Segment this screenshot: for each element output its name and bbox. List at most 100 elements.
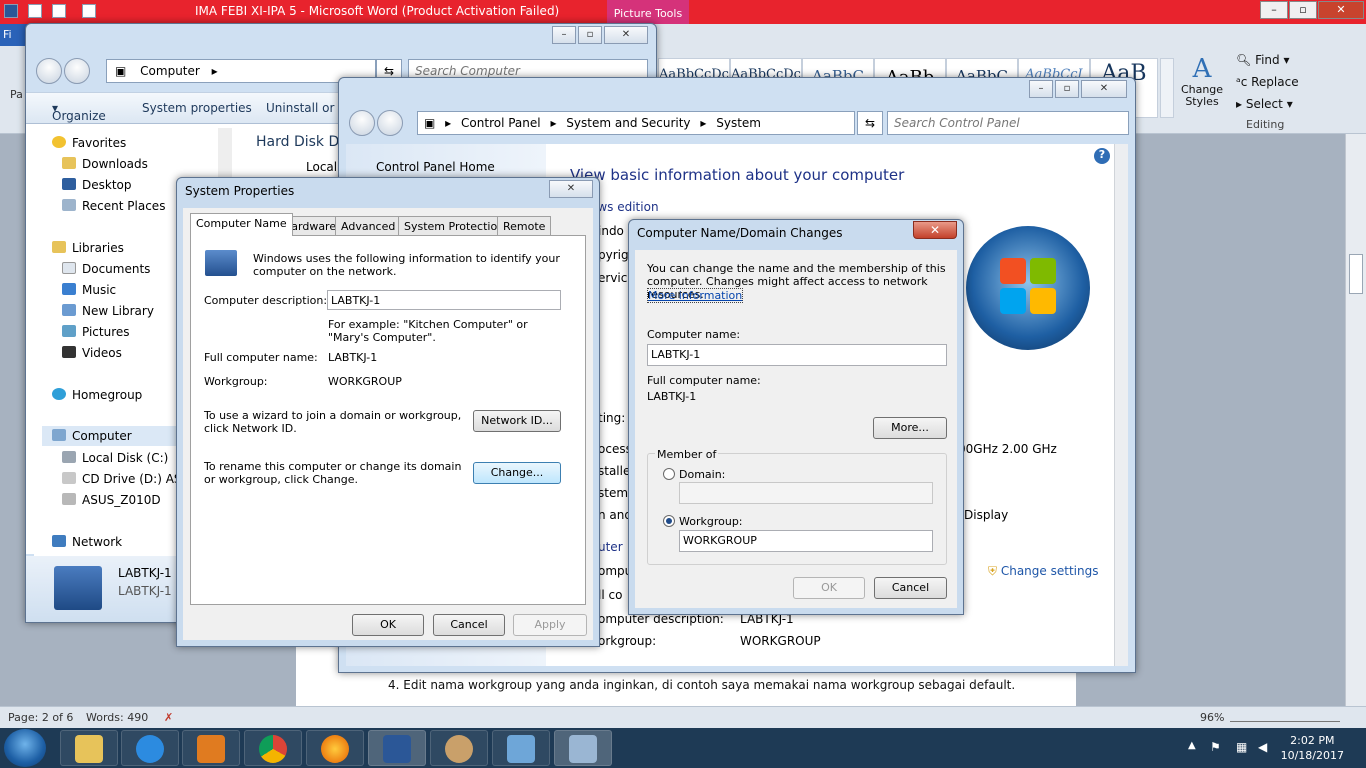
sys-forward-button[interactable] [377, 110, 403, 136]
change-styles-button[interactable]: A Change Styles [1178, 54, 1226, 124]
domain-radio[interactable] [663, 468, 675, 480]
more-button[interactable]: More... [873, 417, 947, 439]
domain-input[interactable] [679, 482, 933, 504]
breadcrumb-control-panel[interactable]: Control Panel [461, 116, 541, 130]
system-properties-button[interactable]: System properties [142, 101, 252, 115]
nav-desktop[interactable]: Desktop [62, 178, 132, 192]
undo-icon[interactable] [52, 4, 66, 18]
taskbar-media[interactable] [182, 730, 240, 766]
taskbar-ie[interactable] [121, 730, 179, 766]
nav-music[interactable]: Music [62, 283, 116, 297]
workgroup-input[interactable]: WORKGROUP [679, 530, 933, 552]
nav-homegroup[interactable]: Homegroup [52, 388, 142, 402]
nav-recent-places[interactable]: Recent Places [62, 199, 165, 213]
breadcrumb-security[interactable]: System and Security [566, 116, 690, 130]
minimize-button[interactable]: – [1260, 1, 1288, 19]
zoom-level[interactable]: 96% [1200, 711, 1224, 724]
taskbar-control-panel[interactable] [492, 730, 550, 766]
star-icon [52, 136, 66, 148]
zoom-slider[interactable] [1230, 712, 1340, 722]
explorer-minimize[interactable]: – [552, 26, 576, 44]
workgroup-radio[interactable] [663, 515, 675, 527]
more-information-link[interactable]: More information [647, 288, 744, 303]
document-scrollbar[interactable] [1345, 134, 1366, 706]
paste-label[interactable]: Pa [10, 88, 23, 101]
save-icon[interactable] [28, 4, 42, 18]
network-icon[interactable]: ▦ [1236, 740, 1247, 754]
nav-favorites[interactable]: Favorites [52, 136, 126, 150]
sysprop-ok-button[interactable]: OK [352, 614, 424, 636]
sys-refresh-icon[interactable]: ⇆ [857, 111, 883, 135]
domain-close-button[interactable]: ✕ [913, 221, 957, 239]
system-scrollbar[interactable] [1114, 144, 1128, 666]
system-breadcrumb[interactable]: ▣ ▸ Control Panel ▸ System and Security … [417, 111, 855, 135]
redo-icon[interactable] [82, 4, 96, 18]
nav-documents[interactable]: Documents [62, 262, 150, 276]
nav-libraries[interactable]: Libraries [52, 241, 124, 255]
nav-videos[interactable]: Videos [62, 346, 122, 360]
control-panel-search-input[interactable]: Search Control Panel [887, 111, 1129, 135]
taskbar-system-properties[interactable] [554, 730, 612, 766]
volume-icon[interactable]: ◀ [1258, 740, 1267, 754]
restore-button[interactable]: ▫ [1289, 1, 1317, 19]
taskbar-paint[interactable] [430, 730, 488, 766]
network-id-button[interactable]: Network ID... [473, 410, 561, 432]
nav-pictures[interactable]: Pictures [62, 325, 130, 339]
computer-network-icon [205, 250, 237, 276]
change-button[interactable]: Change... [473, 462, 561, 484]
tab-computer-name[interactable]: Computer Name [190, 213, 293, 236]
explorer-maximize[interactable]: ▫ [578, 26, 602, 44]
computer-description-input[interactable]: LABTKJ-1 [327, 290, 561, 310]
clock[interactable]: 2:02 PM 10/18/2017 [1281, 733, 1344, 763]
sysprop-intro: Windows uses the following information t… [253, 252, 560, 278]
nav-new-library[interactable]: New Library [62, 304, 154, 318]
nav-local-disk[interactable]: Local Disk (C:) [62, 451, 168, 465]
domain-ok-button[interactable]: OK [793, 577, 865, 599]
nav-network[interactable]: Network [52, 535, 122, 549]
proofing-icon[interactable]: ✗ [164, 711, 173, 724]
shield-icon: ⛨ [988, 564, 998, 578]
nav-asus[interactable]: ASUS_Z010D [62, 493, 161, 507]
domain-cancel-button[interactable]: Cancel [874, 577, 947, 599]
nav-cd-drive[interactable]: CD Drive (D:) ASU [62, 472, 190, 486]
select-button[interactable]: ▸ Select ▾ [1236, 97, 1293, 111]
close-button[interactable]: ✕ [1318, 1, 1364, 19]
chrome-icon [259, 735, 287, 763]
tab-remote[interactable]: Remote [497, 216, 552, 236]
replace-button[interactable]: ᵃc Replace [1236, 75, 1299, 89]
system-close[interactable]: ✕ [1081, 80, 1127, 98]
sysprop-cancel-button[interactable]: Cancel [433, 614, 505, 636]
explorer-address-bar[interactable]: ▣ Computer ▸ [106, 59, 376, 83]
help-icon[interactable]: ? [1094, 148, 1110, 164]
start-button[interactable] [4, 729, 46, 767]
forward-button[interactable] [64, 58, 90, 84]
breadcrumb-system[interactable]: System [716, 116, 761, 130]
system-maximize[interactable]: ▫ [1055, 80, 1079, 98]
change-settings-link[interactable]: ⛨ Change settings [988, 564, 1098, 579]
taskbar-explorer[interactable] [60, 730, 118, 766]
find-button[interactable]: 🔍︎ Find ▾ [1236, 53, 1290, 67]
control-panel-home-link[interactable]: Control Panel Home [376, 160, 495, 174]
uninstall-button[interactable]: Uninstall or c [266, 101, 345, 115]
styles-scroll[interactable] [1160, 58, 1174, 118]
folder-icon [75, 735, 103, 763]
sysprop-close[interactable]: ✕ [549, 180, 593, 198]
sys-back-button[interactable] [349, 110, 375, 136]
flag-icon[interactable]: ⚑ [1210, 740, 1221, 754]
taskbar-chrome[interactable] [244, 730, 302, 766]
organize-button[interactable]: Organize ▾ [52, 101, 106, 123]
word-count[interactable]: Words: 490 [86, 711, 148, 724]
sysprop-apply-button[interactable]: Apply [513, 614, 587, 636]
scroll-thumb[interactable] [1349, 254, 1363, 294]
explorer-close[interactable]: ✕ [604, 26, 648, 44]
system-minimize[interactable]: – [1029, 80, 1053, 98]
tab-system-protection[interactable]: System Protection [398, 216, 511, 236]
page-count[interactable]: Page: 2 of 6 [8, 711, 73, 724]
tray-arrow-icon[interactable]: ▲ [1188, 740, 1196, 751]
computer-name-input[interactable]: LABTKJ-1 [647, 344, 947, 366]
back-button[interactable] [36, 58, 62, 84]
taskbar-word[interactable] [368, 730, 426, 766]
tab-advanced[interactable]: Advanced [335, 216, 402, 236]
taskbar-firefox[interactable] [306, 730, 364, 766]
nav-downloads[interactable]: Downloads [62, 157, 148, 171]
